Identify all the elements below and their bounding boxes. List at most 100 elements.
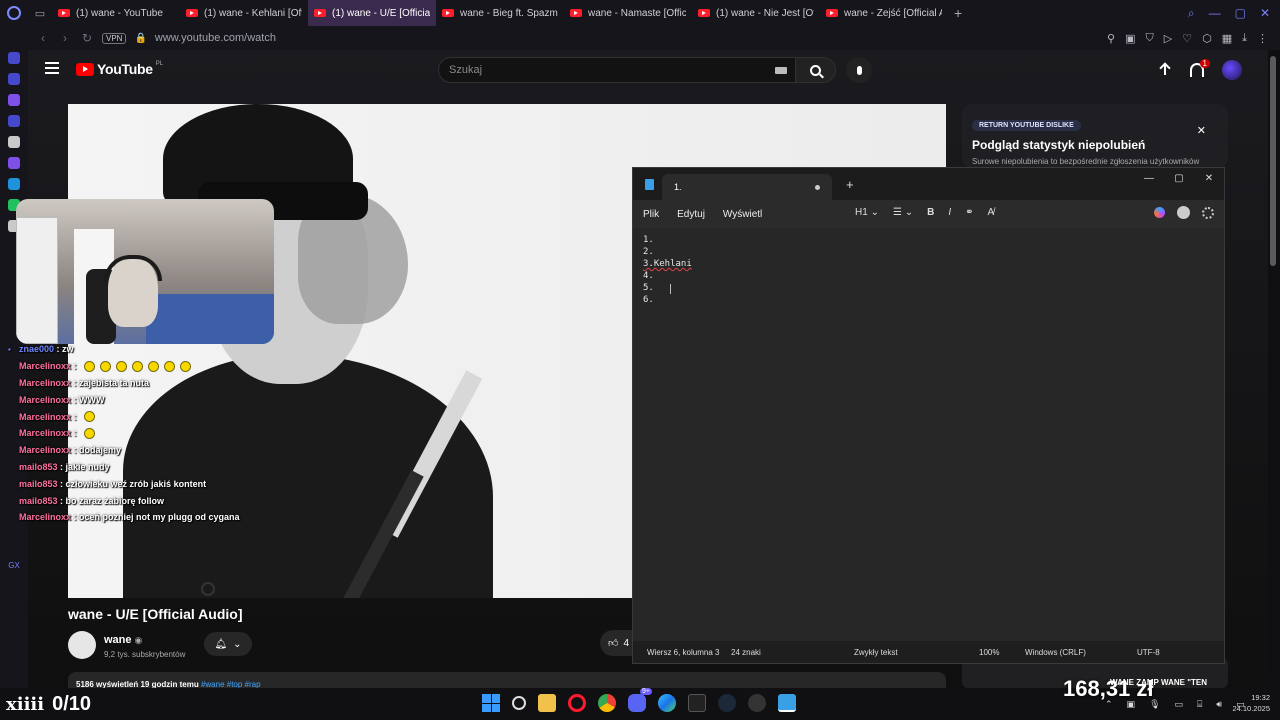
extensions-icon[interactable]: ⬡ [1202,32,1212,45]
mic-icon [856,65,862,75]
browser-tab-label: wane - Bieg ft. Spazma [ [460,7,558,19]
counter-logo: xiiii [6,693,45,715]
taskbar-search-icon[interactable] [512,696,526,710]
notepad-tab[interactable]: 1. [662,174,832,200]
browser-tab[interactable]: wane - Bieg ft. Spazma [ [436,0,564,26]
text-format[interactable]: Zwykły tekst [854,648,898,657]
pin-icon[interactable]: ⚲ [1107,32,1115,45]
restore-icon[interactable]: ▢ [1235,6,1246,21]
twitch-icon[interactable] [8,157,20,169]
italic-icon[interactable]: I [948,207,951,218]
reload-icon[interactable]: ↻ [80,31,94,45]
close-icon[interactable]: ✕ [1260,6,1270,21]
browser-tab[interactable]: wane - Namaste [Official [564,0,692,26]
taskbar-clock[interactable]: 19:32 24.10.2025 [1232,692,1270,714]
aria-icon[interactable] [8,52,20,64]
notification-badge: 1 [1199,59,1210,68]
channel-avatar[interactable] [68,630,96,659]
settings-gear-icon[interactable] [1202,206,1214,219]
tiktok-icon[interactable] [8,136,20,148]
url-field[interactable]: www.youtube.com/watch [155,32,276,44]
search-input[interactable] [449,64,749,76]
vpn-badge[interactable]: VPN [102,32,127,44]
subscribed-bell-button[interactable]: 🔔︎ ⌄ [204,632,252,656]
download-icon[interactable]: ⤓ [1242,32,1247,45]
discord-icon[interactable]: 9+ [628,688,652,712]
channel-name[interactable]: wane [104,634,132,646]
bold-icon[interactable]: B [927,207,934,218]
chat-message: ▪ znae000 : zw [8,344,74,355]
notepad-line: 2. [643,247,654,257]
windows-start-icon[interactable] [482,694,500,712]
steam-icon[interactable] [718,694,736,712]
menu-icon[interactable]: ⋮ [1257,32,1268,45]
browser-tab[interactable]: (1) wane - YouTube [52,0,180,26]
snapshot-icon[interactable]: ▣ [1125,32,1135,45]
menu-file[interactable]: Plik [643,209,659,220]
profile-icon[interactable] [1177,206,1190,219]
facebook-messenger-icon[interactable] [8,178,20,190]
volume-icon[interactable]: 🔊︎ [1216,699,1222,710]
browser-tab[interactable]: (1) wane - U/E [Official Au [308,0,436,26]
webcam-overlay [16,199,274,344]
notifications-bell-icon[interactable]: 1 [1190,59,1210,77]
heart-icon[interactable]: ♡ [1182,32,1192,45]
chrome-icon[interactable] [598,694,616,712]
account-avatar[interactable] [1222,60,1242,80]
menu-view[interactable]: Wyświetl [723,209,762,220]
add-tab-icon[interactable]: + [846,177,854,192]
copilot-icon[interactable] [1154,207,1165,218]
unsaved-dot-icon[interactable] [815,184,820,190]
messenger-icon[interactable] [8,94,20,106]
file-explorer-icon[interactable] [538,694,556,712]
menu-edit[interactable]: Edytuj [677,209,705,220]
extension-avatar-icon[interactable]: ▦ [1222,32,1232,45]
back-icon[interactable]: ‹ [36,31,50,45]
link-icon[interactable]: ⚭ [965,207,973,218]
tab-island-icon[interactable]: ▭ [28,7,52,20]
edge-icon[interactable] [658,694,676,712]
line-ending[interactable]: Windows (CRLF) [1025,648,1086,657]
page-scrollbar[interactable] [1270,56,1276,266]
new-tab-button[interactable]: + [954,5,962,21]
tray-display-icon[interactable]: ▭ [1175,699,1184,710]
keyboard-icon[interactable] [775,67,787,74]
clear-format-icon[interactable]: A̸ [988,207,995,218]
search-button[interactable] [796,57,836,83]
gx-label[interactable]: GX [8,561,20,570]
obs-icon[interactable] [748,694,766,712]
opera-taskbar-icon[interactable] [568,694,586,712]
forward-icon[interactable]: › [58,31,72,45]
encoding[interactable]: UTF-8 [1137,648,1160,657]
browser-tab[interactable]: (1) wane - Nie Jest [Offic [692,0,820,26]
maps-icon[interactable] [8,115,20,127]
return-dislike-panel: RETURN YOUTUBE DISLIKE Podgląd statystyk… [962,104,1228,177]
heading-select[interactable]: H1 ⌄ [855,207,879,218]
minimize-icon[interactable]: — [1209,6,1221,21]
adblock-icon[interactable]: ⛉ [1146,32,1154,45]
minimize-icon[interactable]: — [1134,168,1164,188]
notepad-taskbar-icon[interactable] [778,694,796,712]
hamburger-menu-icon[interactable] [45,62,59,74]
close-icon[interactable]: ✕ [1194,168,1224,188]
upload-icon[interactable] [1158,63,1172,77]
maximize-icon[interactable]: ▢ [1164,168,1194,188]
network-icon[interactable]: ⌸ [1197,699,1202,710]
player-icon[interactable]: ▷ [1164,32,1172,45]
youtube-logo[interactable]: YouTube PL [76,61,163,77]
recommended-title[interactable]: WANE ZAMP WANE "TEN [1110,678,1207,687]
browser-tab[interactable]: (1) wane - Kehlani [Official [180,0,308,26]
list-icon[interactable]: ☰ ⌄ [893,207,913,218]
opera-logo[interactable] [0,0,28,26]
browser-tab[interactable]: wane - Zejść [Official Aud [820,0,948,26]
youtube-favicon-icon [58,9,70,17]
notepad-editor[interactable]: 1. 2. 3.Kehlani 4. 5. 6. [633,228,1224,641]
search-tabs-icon[interactable]: ⌕ [1188,6,1195,21]
lock-icon[interactable]: 🔒 [134,33,146,44]
close-icon[interactable]: ✕ [1197,124,1206,137]
voice-search-button[interactable] [846,57,872,83]
app-icon[interactable] [688,694,706,712]
zoom-level[interactable]: 100% [979,648,999,657]
workspace-icon[interactable] [8,73,20,85]
chat-username: Marcelinoxx [19,445,72,456]
